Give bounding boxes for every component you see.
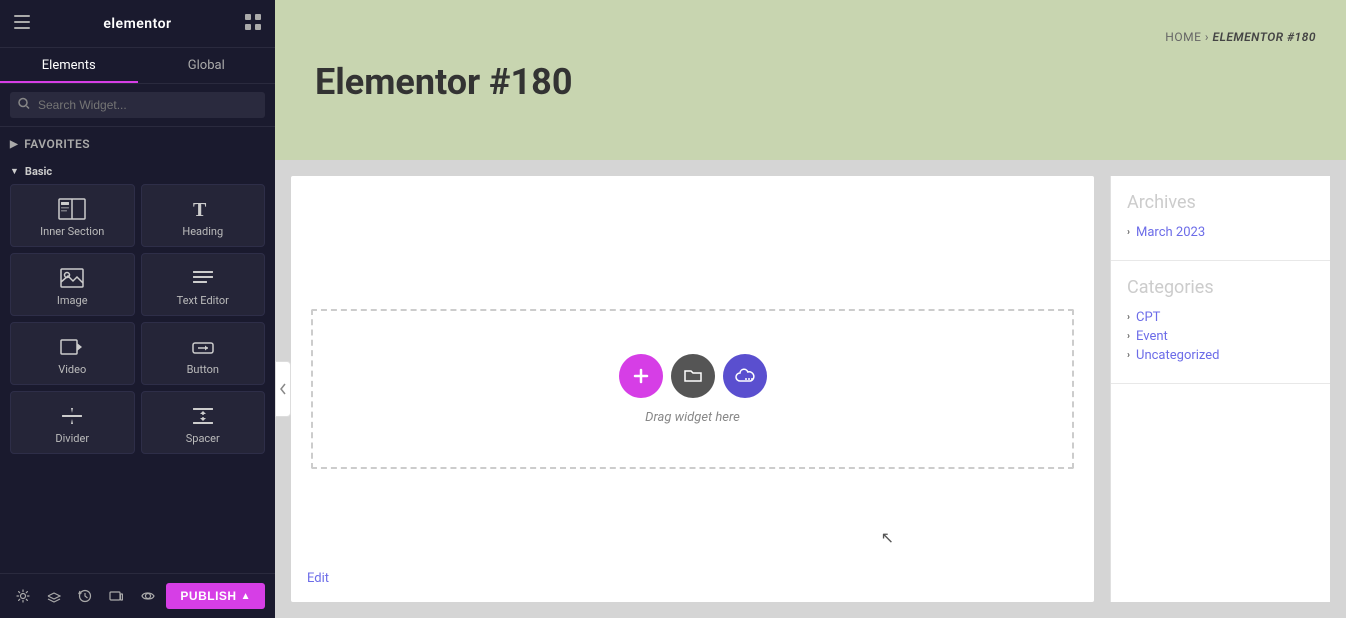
canvas-main: Drag widget here ↖ Edit Archives › March… bbox=[275, 160, 1346, 618]
search-input[interactable] bbox=[10, 92, 265, 118]
widget-divider[interactable]: Divider bbox=[10, 391, 135, 454]
page-banner: Elementor #180 HOME › ELEMENTOR #180 bbox=[275, 0, 1346, 160]
cloud-button[interactable] bbox=[723, 354, 767, 398]
archives-title: Archives bbox=[1127, 192, 1314, 213]
drop-label: Drag widget here bbox=[645, 410, 740, 425]
publish-chevron-icon: ▲ bbox=[241, 591, 251, 602]
basic-arrow-icon: ▼ bbox=[10, 166, 19, 177]
categories-item-1-arrow: › bbox=[1127, 331, 1130, 342]
breadcrumb-separator: › bbox=[1205, 30, 1213, 44]
history-icon[interactable] bbox=[73, 582, 98, 610]
widget-text-editor-label: Text Editor bbox=[177, 294, 229, 307]
archives-item-0-label: March 2023 bbox=[1136, 225, 1205, 240]
heading-icon: T bbox=[191, 197, 215, 221]
left-sidebar: elementor Elements Global bbox=[0, 0, 275, 618]
favorites-arrow-icon: ▶ bbox=[10, 139, 18, 150]
widget-video[interactable]: Video bbox=[10, 322, 135, 385]
search-icon bbox=[18, 98, 30, 113]
inner-section-icon bbox=[58, 197, 86, 221]
widget-divider-label: Divider bbox=[55, 432, 89, 445]
widget-video-label: Video bbox=[58, 363, 86, 376]
basic-section-header[interactable]: ▼ Basic bbox=[0, 159, 275, 180]
cursor-indicator: ↖ bbox=[881, 528, 894, 547]
favorites-header[interactable]: ▶ Favorites bbox=[10, 133, 265, 155]
responsive-icon[interactable] bbox=[104, 582, 129, 610]
categories-item-2-arrow: › bbox=[1127, 350, 1130, 361]
hamburger-icon[interactable] bbox=[14, 14, 30, 33]
sidebar-logo: elementor bbox=[103, 16, 171, 32]
sidebar-header: elementor bbox=[0, 0, 275, 48]
widget-inner-section[interactable]: Inner Section bbox=[10, 184, 135, 247]
breadcrumb-home: HOME bbox=[1165, 30, 1201, 44]
publish-button[interactable]: PUBLISH ▲ bbox=[166, 583, 265, 609]
widgets-grid: Inner Section T Heading bbox=[0, 180, 275, 458]
canvas-area: Drag widget here ↖ Edit Archives › March… bbox=[275, 160, 1346, 618]
widget-image-label: Image bbox=[57, 294, 88, 307]
widget-spacer-label: Spacer bbox=[186, 432, 220, 445]
favorites-section: ▶ Favorites bbox=[0, 127, 275, 159]
right-sidebar: Archives › March 2023 Categories › CPT bbox=[1110, 176, 1330, 602]
categories-item-1[interactable]: › Event bbox=[1127, 329, 1314, 344]
tab-global[interactable]: Global bbox=[138, 48, 276, 83]
hide-panel-button[interactable] bbox=[275, 361, 291, 417]
widget-heading-label: Heading bbox=[182, 225, 223, 238]
drop-zone: Drag widget here bbox=[311, 309, 1074, 469]
spacer-icon bbox=[191, 404, 215, 428]
page-title: Elementor #180 bbox=[315, 61, 1306, 103]
svg-text:T: T bbox=[193, 199, 207, 220]
tab-elements[interactable]: Elements bbox=[0, 48, 138, 83]
settings-icon[interactable] bbox=[10, 582, 35, 610]
archives-item-0-arrow: › bbox=[1127, 227, 1130, 238]
canvas-content: Drag widget here ↖ Edit bbox=[291, 176, 1094, 602]
archives-panel: Archives › March 2023 bbox=[1111, 176, 1330, 261]
categories-panel: Categories › CPT › Event › Uncategorized bbox=[1111, 261, 1330, 384]
grid-icon[interactable] bbox=[245, 14, 261, 34]
divider-icon bbox=[60, 404, 84, 428]
add-widget-button[interactable] bbox=[619, 354, 663, 398]
drop-zone-actions bbox=[619, 354, 767, 398]
categories-item-0[interactable]: › CPT bbox=[1127, 310, 1314, 325]
breadcrumb: HOME › ELEMENTOR #180 bbox=[1165, 30, 1316, 44]
edit-link[interactable]: Edit bbox=[307, 571, 329, 586]
widget-text-editor[interactable]: Text Editor bbox=[141, 253, 266, 316]
widget-inner-section-label: Inner Section bbox=[40, 225, 104, 238]
layers-icon[interactable] bbox=[41, 582, 66, 610]
categories-title: Categories bbox=[1127, 277, 1314, 298]
widget-image[interactable]: Image bbox=[10, 253, 135, 316]
favorites-label: Favorites bbox=[24, 137, 90, 151]
widget-button-label: Button bbox=[187, 363, 219, 376]
search-bar bbox=[0, 84, 275, 127]
categories-item-2[interactable]: › Uncategorized bbox=[1127, 348, 1314, 363]
breadcrumb-current: ELEMENTOR #180 bbox=[1213, 30, 1317, 44]
archives-item-0[interactable]: › March 2023 bbox=[1127, 225, 1314, 240]
widget-spacer[interactable]: Spacer bbox=[141, 391, 266, 454]
categories-item-0-label: CPT bbox=[1136, 310, 1160, 325]
publish-label: PUBLISH bbox=[180, 589, 236, 603]
sidebar-tabs: Elements Global bbox=[0, 48, 275, 84]
widget-button[interactable]: Button bbox=[141, 322, 266, 385]
video-icon bbox=[60, 335, 84, 359]
button-icon bbox=[191, 335, 215, 359]
basic-label: Basic bbox=[25, 165, 52, 178]
image-icon bbox=[60, 266, 84, 290]
sidebar-footer: PUBLISH ▲ bbox=[0, 573, 275, 618]
folder-button[interactable] bbox=[671, 354, 715, 398]
categories-item-2-label: Uncategorized bbox=[1136, 348, 1219, 363]
text-editor-icon bbox=[191, 266, 215, 290]
main-area: Elementor #180 HOME › ELEMENTOR #180 bbox=[275, 0, 1346, 618]
preview-icon[interactable] bbox=[135, 582, 160, 610]
widget-heading[interactable]: T Heading bbox=[141, 184, 266, 247]
categories-item-0-arrow: › bbox=[1127, 312, 1130, 323]
categories-item-1-label: Event bbox=[1136, 329, 1168, 344]
